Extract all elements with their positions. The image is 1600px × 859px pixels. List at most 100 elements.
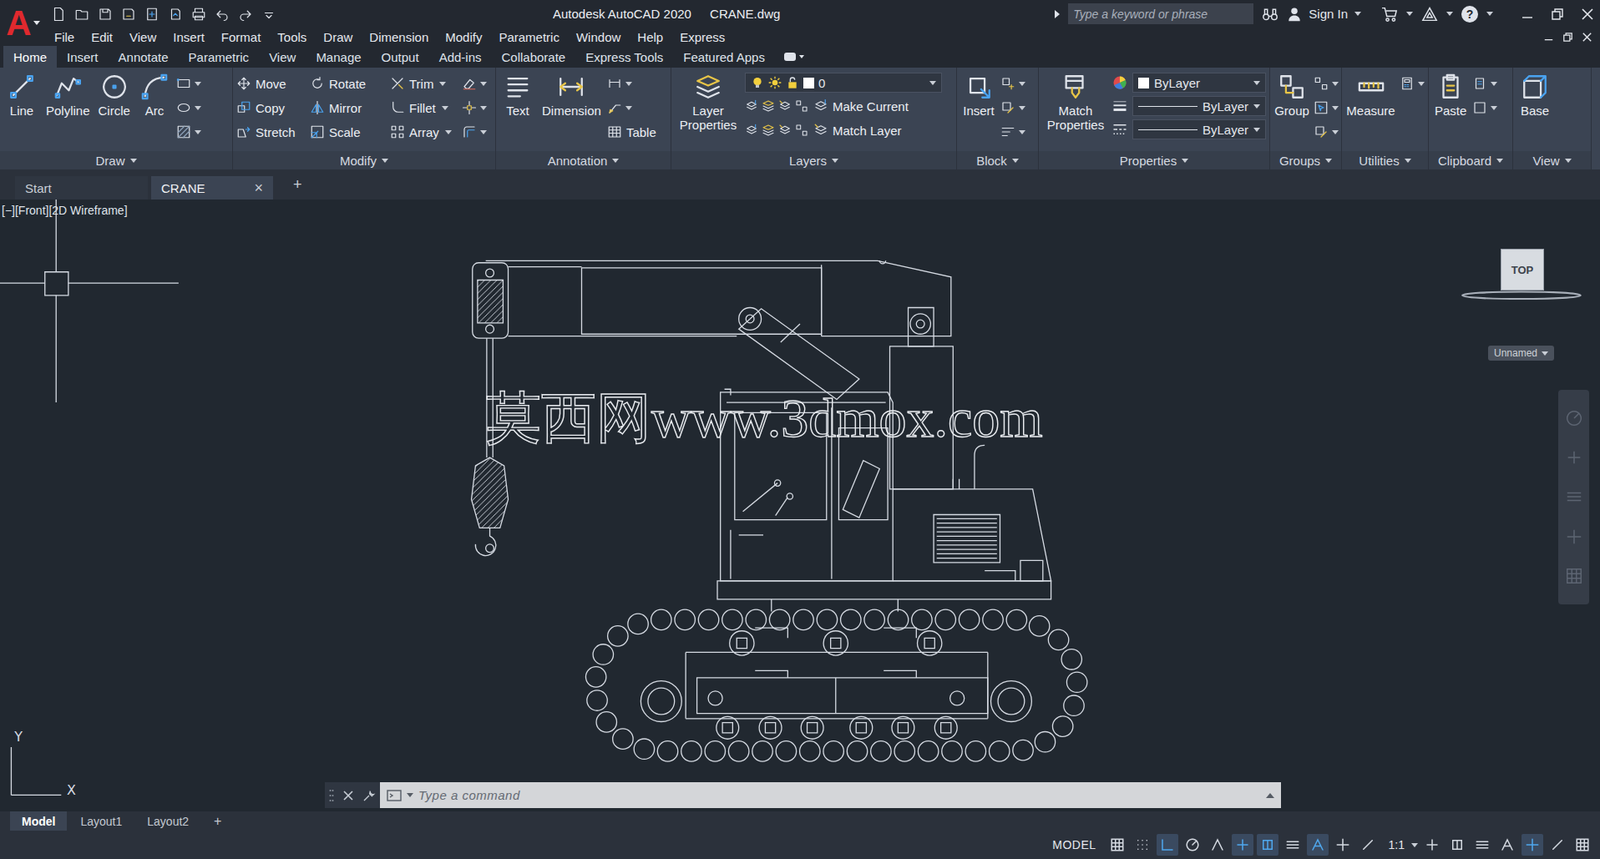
ribbon-tool-button[interactable]: Line xyxy=(3,70,41,121)
file-tab[interactable]: CRANE × xyxy=(151,176,274,200)
ribbon-tab[interactable]: Express Tools xyxy=(575,45,674,68)
ribbon-icon-button[interactable] xyxy=(461,72,487,95)
ribbon-tool-button[interactable]: Arc xyxy=(136,70,173,121)
ribbon-tool-button[interactable]: Base xyxy=(1516,70,1554,121)
panel-title[interactable]: Utilities xyxy=(1341,151,1428,170)
menu-item[interactable]: Modify xyxy=(436,30,491,45)
layer-dropdown[interactable]: 0 xyxy=(744,72,942,93)
restore-icon[interactable] xyxy=(1563,32,1573,42)
ribbon-tool-button[interactable]: Layer Properties xyxy=(674,70,742,134)
quick-access-button[interactable] xyxy=(259,4,279,25)
close-tab-button[interactable]: × xyxy=(253,179,264,198)
annotation-scale[interactable]: 1:1 xyxy=(1382,838,1408,852)
navigation-tool-icon[interactable] xyxy=(1564,487,1584,507)
status-toggle[interactable] xyxy=(1131,834,1154,856)
ribbon-tool-button[interactable]: Stretch xyxy=(236,121,307,143)
command-history-icon[interactable] xyxy=(1265,793,1275,799)
panel-title[interactable]: Clipboard xyxy=(1428,151,1513,170)
menu-item[interactable]: File xyxy=(45,30,83,45)
panel-title[interactable]: Groups xyxy=(1270,151,1342,170)
ribbon-icon-button[interactable] xyxy=(1000,121,1026,143)
menu-item[interactable]: Parametric xyxy=(490,30,568,45)
status-tool[interactable] xyxy=(1446,834,1469,856)
viewport-controls[interactable]: [−][Front][2D Wireframe] xyxy=(1,203,128,218)
status-toggle[interactable] xyxy=(1331,834,1354,856)
ribbon-options-icon[interactable] xyxy=(783,50,806,63)
crane-boom[interactable] xyxy=(486,260,952,336)
ribbon-tool-button[interactable]: Match Properties xyxy=(1042,70,1109,134)
drawing-area[interactable]: YX [−][Front][2D Wireframe] 莫西网www.3dmox… xyxy=(0,199,1600,812)
minimize-icon[interactable] xyxy=(1521,8,1534,21)
status-tool[interactable] xyxy=(1571,834,1594,856)
hook[interactable] xyxy=(471,457,509,556)
ribbon-tab[interactable]: Collaborate xyxy=(491,45,576,68)
layout-tab[interactable]: Layout1 xyxy=(68,811,134,831)
ribbon-tool-button[interactable]: Paste xyxy=(1432,70,1469,121)
cart-icon[interactable] xyxy=(1381,6,1398,22)
menu-item[interactable]: Format xyxy=(212,30,270,45)
panel-title[interactable]: Block xyxy=(956,151,1038,170)
menu-item[interactable]: Insert xyxy=(164,30,213,45)
ribbon-icon-button[interactable] xyxy=(1000,96,1026,119)
ribbon-tab[interactable]: Insert xyxy=(56,45,109,68)
ribbon-tool-button[interactable]: Trim xyxy=(389,72,459,95)
status-toggle[interactable] xyxy=(1256,834,1279,856)
menu-item[interactable]: Window xyxy=(567,30,629,45)
ribbon-icon-button[interactable] xyxy=(1313,121,1339,143)
menu-item[interactable]: Express xyxy=(671,30,734,45)
ribbon-tool-button[interactable]: Dimension xyxy=(539,70,604,121)
ribbon-tab[interactable]: Add-ins xyxy=(429,45,492,68)
panel-title[interactable]: View xyxy=(1513,151,1591,170)
named-view-dropdown[interactable]: Unnamed xyxy=(1488,345,1555,361)
ribbon-tool-button[interactable]: Group xyxy=(1273,70,1311,121)
minimize-icon[interactable] xyxy=(1544,32,1554,42)
crane-drawing[interactable] xyxy=(471,260,1088,762)
file-tab[interactable]: Start xyxy=(15,176,148,200)
ribbon-tool-button[interactable]: Make Current xyxy=(813,95,909,117)
help-button[interactable]: ? xyxy=(1461,5,1479,23)
ribbon-tool-button[interactable]: Copy xyxy=(236,96,307,119)
quick-access-button[interactable] xyxy=(212,4,232,25)
ribbon-icon-button[interactable] xyxy=(1000,72,1026,95)
ribbon-icon-button[interactable] xyxy=(461,96,487,119)
status-toggle[interactable] xyxy=(1156,834,1179,856)
close-icon[interactable] xyxy=(343,790,354,801)
quick-access-button[interactable] xyxy=(166,4,185,25)
autodesk-apps-icon[interactable] xyxy=(1421,6,1438,22)
viewcube[interactable]: TOP xyxy=(1500,248,1545,291)
ribbon-icon-button[interactable] xyxy=(607,96,657,119)
ribbon-icon-button[interactable] xyxy=(1313,96,1339,119)
sign-in-button[interactable]: Sign In xyxy=(1286,6,1362,22)
quick-access-button[interactable] xyxy=(189,4,208,25)
ribbon-tab[interactable]: Manage xyxy=(305,45,371,68)
status-toggle[interactable] xyxy=(1106,834,1129,856)
menu-item[interactable]: Help xyxy=(628,30,672,45)
navigation-tool-icon[interactable] xyxy=(1564,527,1584,547)
viewcube-compass[interactable] xyxy=(1462,292,1581,300)
status-toggle[interactable] xyxy=(1206,834,1229,856)
property-dropdown[interactable]: ByLayer xyxy=(1132,119,1266,140)
new-tab-button[interactable]: + xyxy=(293,176,303,194)
panel-title[interactable]: Modify xyxy=(232,151,496,170)
ribbon-tool-button[interactable]: Rotate xyxy=(309,72,387,95)
ribbon-icon-button[interactable] xyxy=(461,121,487,143)
status-toggle[interactable] xyxy=(1181,834,1204,856)
menu-item[interactable]: Dimension xyxy=(360,30,437,45)
drawing-canvas[interactable]: YX xyxy=(0,199,1600,812)
ribbon-icon-button[interactable] xyxy=(176,121,202,143)
status-tool[interactable] xyxy=(1421,834,1444,856)
property-dropdown[interactable]: ByLayer xyxy=(1132,72,1266,93)
ribbon-icon-button[interactable] xyxy=(1472,96,1498,119)
status-tool[interactable] xyxy=(1496,834,1519,856)
binoculars-icon[interactable] xyxy=(1261,6,1279,22)
model-space-button[interactable]: MODEL xyxy=(1045,838,1103,852)
quick-access-button[interactable] xyxy=(236,4,255,25)
ribbon-tab[interactable]: Featured Apps xyxy=(673,45,775,68)
ribbon-tab[interactable]: Annotate xyxy=(108,45,179,68)
ribbon-icon-button[interactable] xyxy=(1399,72,1425,95)
property-dropdown[interactable]: ByLayer xyxy=(1132,96,1266,117)
navigation-tool-icon[interactable] xyxy=(1564,409,1584,428)
layout-tab[interactable]: Layout2 xyxy=(135,811,201,831)
ribbon-tab[interactable]: Parametric xyxy=(178,45,260,68)
navigation-tool-icon[interactable] xyxy=(1564,448,1584,467)
